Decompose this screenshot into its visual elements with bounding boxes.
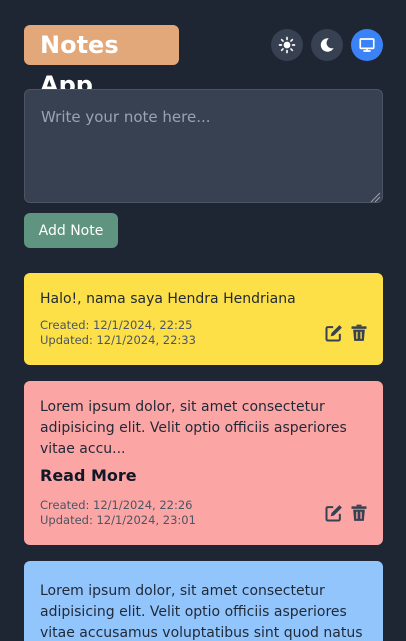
system-theme-button[interactable] [351, 29, 383, 61]
monitor-icon [358, 36, 376, 54]
note-created: Created: 12/1/2024, 22:26 [40, 498, 193, 512]
note-card: Lorem ipsum dolor, sit amet consectetur … [24, 381, 383, 545]
resize-grip-icon[interactable] [370, 190, 381, 203]
note-content: Lorem ipsum dolor, sit amet consectetur … [40, 399, 347, 457]
header: Notes App [24, 25, 383, 99]
delete-icon[interactable] [349, 503, 369, 523]
note-meta: Created: 12/1/2024, 22:25 Updated: 12/1/… [40, 318, 196, 348]
note-content: Halo!, nama saya Hendra Hendriana [40, 291, 296, 307]
note-actions [324, 323, 369, 343]
notes-app: Notes App Write your note here... Add No… [0, 0, 406, 641]
moon-icon [318, 36, 336, 54]
note-updated: Updated: 12/1/2024, 22:33 [40, 333, 196, 347]
light-theme-button[interactable] [271, 29, 303, 61]
edit-icon[interactable] [324, 503, 344, 523]
note-input[interactable] [24, 89, 383, 203]
note-meta: Created: 12/1/2024, 22:26 Updated: 12/1/… [40, 498, 196, 528]
note-card: Lorem ipsum dolor, sit amet consectetur … [24, 561, 383, 641]
note-content: Lorem ipsum dolor, sit amet consectetur … [40, 583, 363, 641]
delete-icon[interactable] [349, 323, 369, 343]
app-title: Notes App [24, 25, 179, 99]
note-actions [324, 503, 369, 523]
read-more-link[interactable]: Read More [40, 466, 367, 485]
edit-icon[interactable] [324, 323, 344, 343]
add-note-button[interactable]: Add Note [24, 213, 118, 248]
note-card: Halo!, nama saya Hendra Hendriana Create… [24, 273, 383, 365]
note-updated: Updated: 12/1/2024, 23:01 [40, 513, 196, 527]
dark-theme-button[interactable] [311, 29, 343, 61]
note-created: Created: 12/1/2024, 22:25 [40, 318, 193, 332]
sun-icon [278, 36, 296, 54]
